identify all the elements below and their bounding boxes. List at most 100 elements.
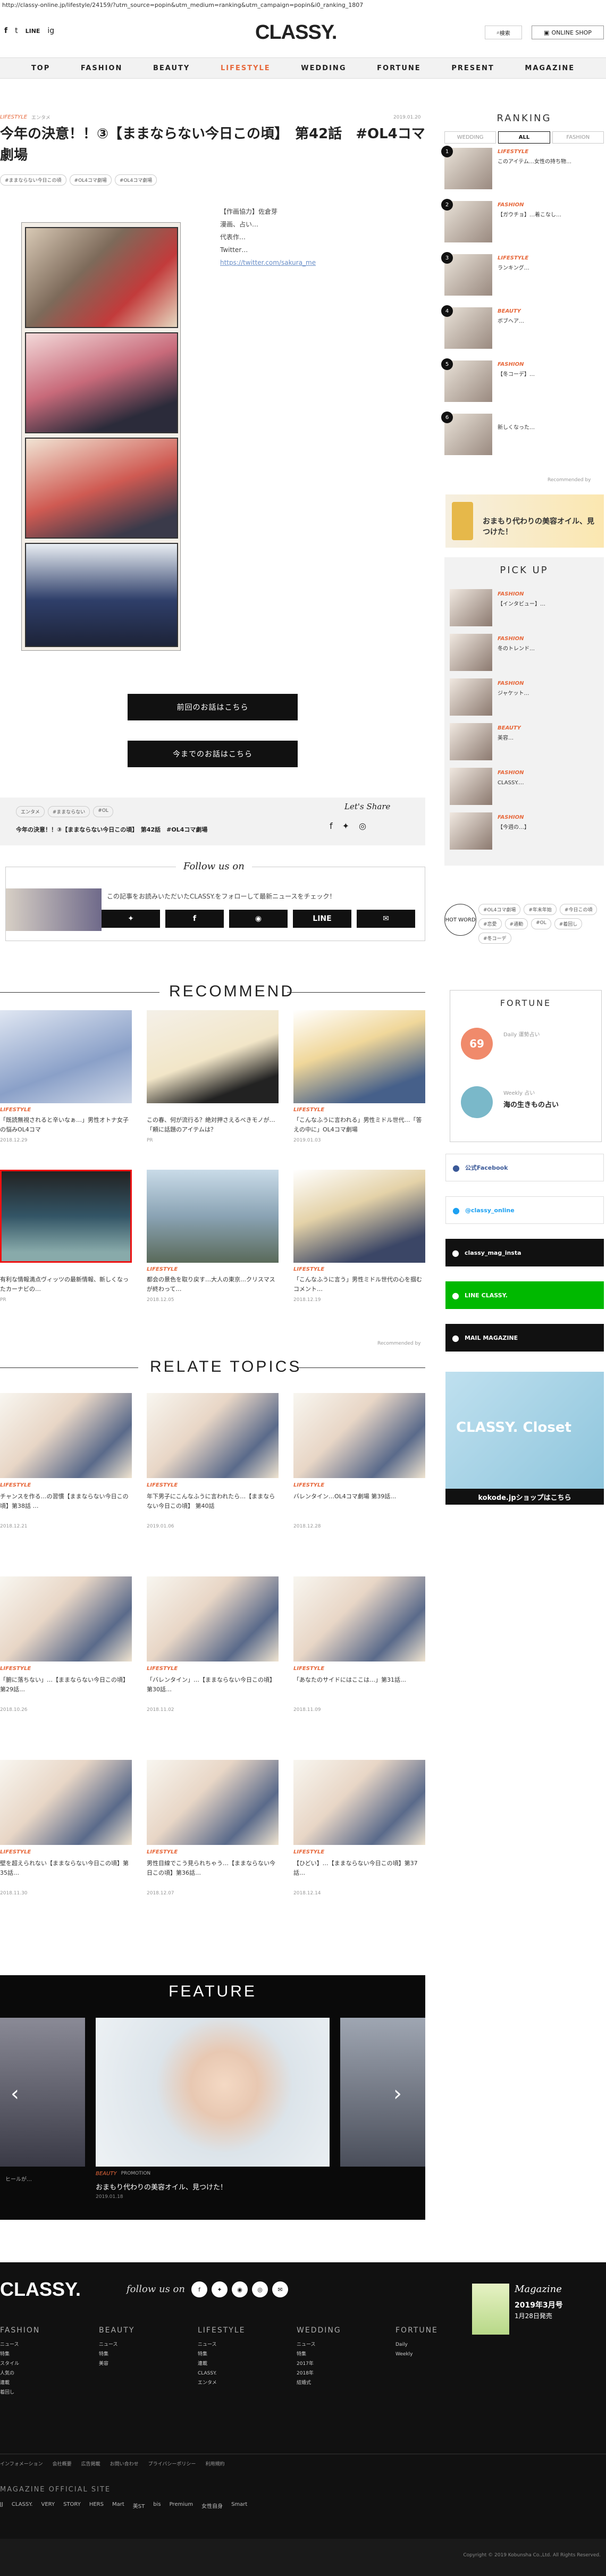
relate-card-title[interactable]: 「腑に落ちない」…【ままならない今日この頃】第29話… bbox=[0, 1675, 133, 1694]
tab-wedding[interactable]: WEDDING bbox=[444, 131, 496, 144]
relate-card-title[interactable]: バレンタイン…OL4コマ劇場 第39話… bbox=[293, 1492, 426, 1501]
tag-chip[interactable]: #OL4コマ劇場 bbox=[69, 174, 112, 186]
twitter-icon[interactable]: t bbox=[15, 27, 18, 35]
footer-link[interactable]: 2017年 bbox=[297, 2359, 358, 2369]
recommend-card-image[interactable] bbox=[147, 1170, 279, 1263]
recommend-card-title[interactable]: 都会の景色を取り戻す…大人の東京…クリスマスが終わって… bbox=[147, 1275, 280, 1294]
address-bar[interactable]: http://classy-online.jp/lifestyle/24159/… bbox=[0, 0, 606, 11]
magazine-site-link[interactable]: VERY bbox=[41, 2502, 55, 2510]
line-button[interactable]: LINE bbox=[293, 910, 351, 928]
relate-card-category[interactable]: LIFESTYLE bbox=[0, 1849, 31, 1855]
footer-logo[interactable]: CLASSY. bbox=[0, 2278, 81, 2301]
pickup-item[interactable]: FASHION ジャケット… bbox=[450, 678, 599, 720]
footer-link[interactable]: 2018年 bbox=[297, 2369, 358, 2378]
relate-card-category[interactable]: LIFESTYLE bbox=[147, 1666, 178, 1672]
closet-link[interactable]: kokode.jpショップはこちら bbox=[445, 1489, 604, 1505]
relate-card-image[interactable] bbox=[293, 1760, 425, 1845]
twitter-icon[interactable]: ✦ bbox=[342, 821, 349, 831]
footer-link[interactable]: ニュース bbox=[297, 2340, 358, 2350]
footer-link[interactable]: ニュース bbox=[198, 2340, 259, 2350]
recommend-card-image[interactable] bbox=[293, 1170, 425, 1263]
nav-present[interactable]: PRESENT bbox=[451, 64, 494, 72]
recommend-card-category[interactable]: LIFESTYLE bbox=[293, 1107, 324, 1113]
article-subcategory[interactable]: エンタメ bbox=[31, 114, 50, 121]
magazine-site-link[interactable]: CLASSY. bbox=[12, 2502, 33, 2510]
line-icon[interactable]: LINE bbox=[26, 28, 40, 35]
magazine-site-link[interactable]: Premium bbox=[170, 2502, 193, 2510]
hot-word-tag[interactable]: #着回し bbox=[554, 918, 583, 929]
recommend-card-title[interactable]: 「こんなふうに言われる」男性ミドル世代…「答えの中に」OL4コマ劇場 bbox=[293, 1115, 426, 1135]
recommend-card-title[interactable]: 「こんなふうに言う」男性ミドル世代の心を掴むコメント… bbox=[293, 1275, 426, 1294]
footer-link[interactable]: Daily bbox=[395, 2340, 457, 2350]
footer-link[interactable]: 特集 bbox=[297, 2350, 358, 2359]
footer-link[interactable]: ニュース bbox=[99, 2340, 161, 2350]
magazine-site-link[interactable]: 美ST bbox=[133, 2502, 145, 2510]
footer-info-link[interactable]: 広告掲載 bbox=[81, 2460, 100, 2467]
footer-link[interactable]: ニュース bbox=[0, 2340, 62, 2350]
recommend-card-category[interactable]: LIFESTYLE bbox=[147, 1266, 178, 1272]
recommend-card-image[interactable] bbox=[0, 1170, 132, 1263]
recommend-card-image[interactable] bbox=[147, 1010, 279, 1103]
all-stories-button[interactable]: 今までのお話はこちら bbox=[128, 741, 298, 767]
sns-link[interactable]: ● MAIL MAGAZINE bbox=[445, 1324, 604, 1352]
recommend-card-image[interactable] bbox=[0, 1010, 132, 1103]
online-shop-button[interactable]: ▣ ONLINE SHOP bbox=[532, 26, 604, 39]
footer-info-link[interactable]: 会社概要 bbox=[53, 2460, 72, 2467]
feature-next-slide[interactable] bbox=[340, 2018, 425, 2167]
search-button[interactable]: ⌕ 検索 bbox=[485, 26, 522, 39]
footer-info-link[interactable]: 利用規約 bbox=[205, 2460, 224, 2467]
hot-word-tag[interactable]: #OL bbox=[531, 918, 551, 929]
magazine-site-link[interactable]: JJ bbox=[0, 2502, 3, 2510]
magazine-cover[interactable] bbox=[472, 2284, 509, 2335]
footer-link[interactable]: 特集 bbox=[99, 2350, 161, 2359]
hot-word-tag[interactable]: #通勤 bbox=[504, 918, 528, 929]
prev-story-button[interactable]: 前回のお話はこちら bbox=[128, 694, 298, 720]
hot-word-tag[interactable]: #今日この頃 bbox=[559, 904, 597, 915]
relate-card-title[interactable]: 【ひどい】…【ままならない今日この頃】第37話… bbox=[293, 1859, 426, 1878]
footer-link[interactable]: 連載 bbox=[198, 2359, 259, 2369]
fortune-daily-label[interactable]: Daily 運勢占い bbox=[503, 1030, 540, 1038]
fortune-sign[interactable]: 海の生きもの占い bbox=[503, 1099, 559, 1109]
facebook-icon[interactable]: f bbox=[165, 910, 224, 928]
relate-card-image[interactable] bbox=[293, 1393, 425, 1478]
footer-info-link[interactable]: プライバシーポリシー bbox=[148, 2460, 196, 2467]
footer-link[interactable]: 美容 bbox=[99, 2359, 161, 2369]
ranking-item[interactable]: 4 BEAUTY ボブヘア… bbox=[441, 305, 604, 349]
nav-top[interactable]: TOP bbox=[31, 64, 50, 72]
relate-card-image[interactable] bbox=[0, 1393, 132, 1478]
pickup-item[interactable]: FASHION 【今週の…】 bbox=[450, 812, 599, 854]
relate-card-image[interactable] bbox=[147, 1760, 279, 1845]
fortune-weekly-label[interactable]: Weekly 占い bbox=[503, 1088, 535, 1096]
nav-fortune[interactable]: FORTUNE bbox=[377, 64, 421, 72]
pickup-item[interactable]: BEAUTY 美容… bbox=[450, 723, 599, 765]
recommend-card-category[interactable]: LIFESTYLE bbox=[293, 1266, 324, 1272]
relate-card-title[interactable]: 年下男子にこんなふうに言われたら…【ままならない今日この頃】 第40話 bbox=[147, 1492, 280, 1511]
magazine-site-link[interactable]: HERS bbox=[89, 2502, 104, 2510]
magazine-site-link[interactable]: 女性自身 bbox=[201, 2502, 223, 2510]
pickup-item[interactable]: FASHION CLASSY.… bbox=[450, 768, 599, 809]
relate-card-category[interactable]: LIFESTYLE bbox=[293, 1482, 324, 1488]
recommend-card-title[interactable]: 有利な情報満点ヴィッツの最新情報、新しくなったカーナビの… bbox=[0, 1275, 133, 1294]
facebook-icon[interactable]: f bbox=[4, 27, 7, 35]
instagram-icon[interactable]: ig bbox=[47, 27, 54, 35]
relate-card-title[interactable]: 「あなたのサイドにはここは…」第31話… bbox=[293, 1675, 426, 1685]
mail-icon[interactable]: ✉ bbox=[357, 910, 415, 928]
pickup-item[interactable]: FASHION 【インタビュー】… bbox=[450, 589, 599, 631]
relate-card-image[interactable] bbox=[0, 1760, 132, 1845]
magazine-site-link[interactable]: STORY bbox=[63, 2502, 81, 2510]
author-link[interactable]: https://twitter.com/sakura_me bbox=[220, 256, 411, 269]
footer-column-title[interactable]: LIFESTYLE bbox=[198, 2326, 259, 2335]
mail-icon[interactable]: ✉ bbox=[272, 2281, 288, 2297]
footer-info-link[interactable]: お問い合わせ bbox=[110, 2460, 139, 2467]
feature-main-image[interactable] bbox=[96, 2018, 330, 2167]
footer-link[interactable]: スタイル bbox=[0, 2359, 62, 2369]
footer-column-title[interactable]: FORTUNE bbox=[395, 2326, 457, 2335]
relate-card-title[interactable]: 「バレンタイン」…【ままならない今日この頃】第30話… bbox=[147, 1675, 280, 1694]
relate-card-image[interactable] bbox=[147, 1393, 279, 1478]
footer-link[interactable]: エンタメ bbox=[198, 2378, 259, 2388]
relate-card-image[interactable] bbox=[0, 1576, 132, 1662]
closet-banner[interactable]: CLASSY. Closet bbox=[445, 1372, 604, 1489]
footer-column-title[interactable]: WEDDING bbox=[297, 2326, 358, 2335]
facebook-icon[interactable]: f bbox=[191, 2281, 207, 2297]
pickup-item[interactable]: FASHION 冬のトレンド… bbox=[450, 634, 599, 675]
